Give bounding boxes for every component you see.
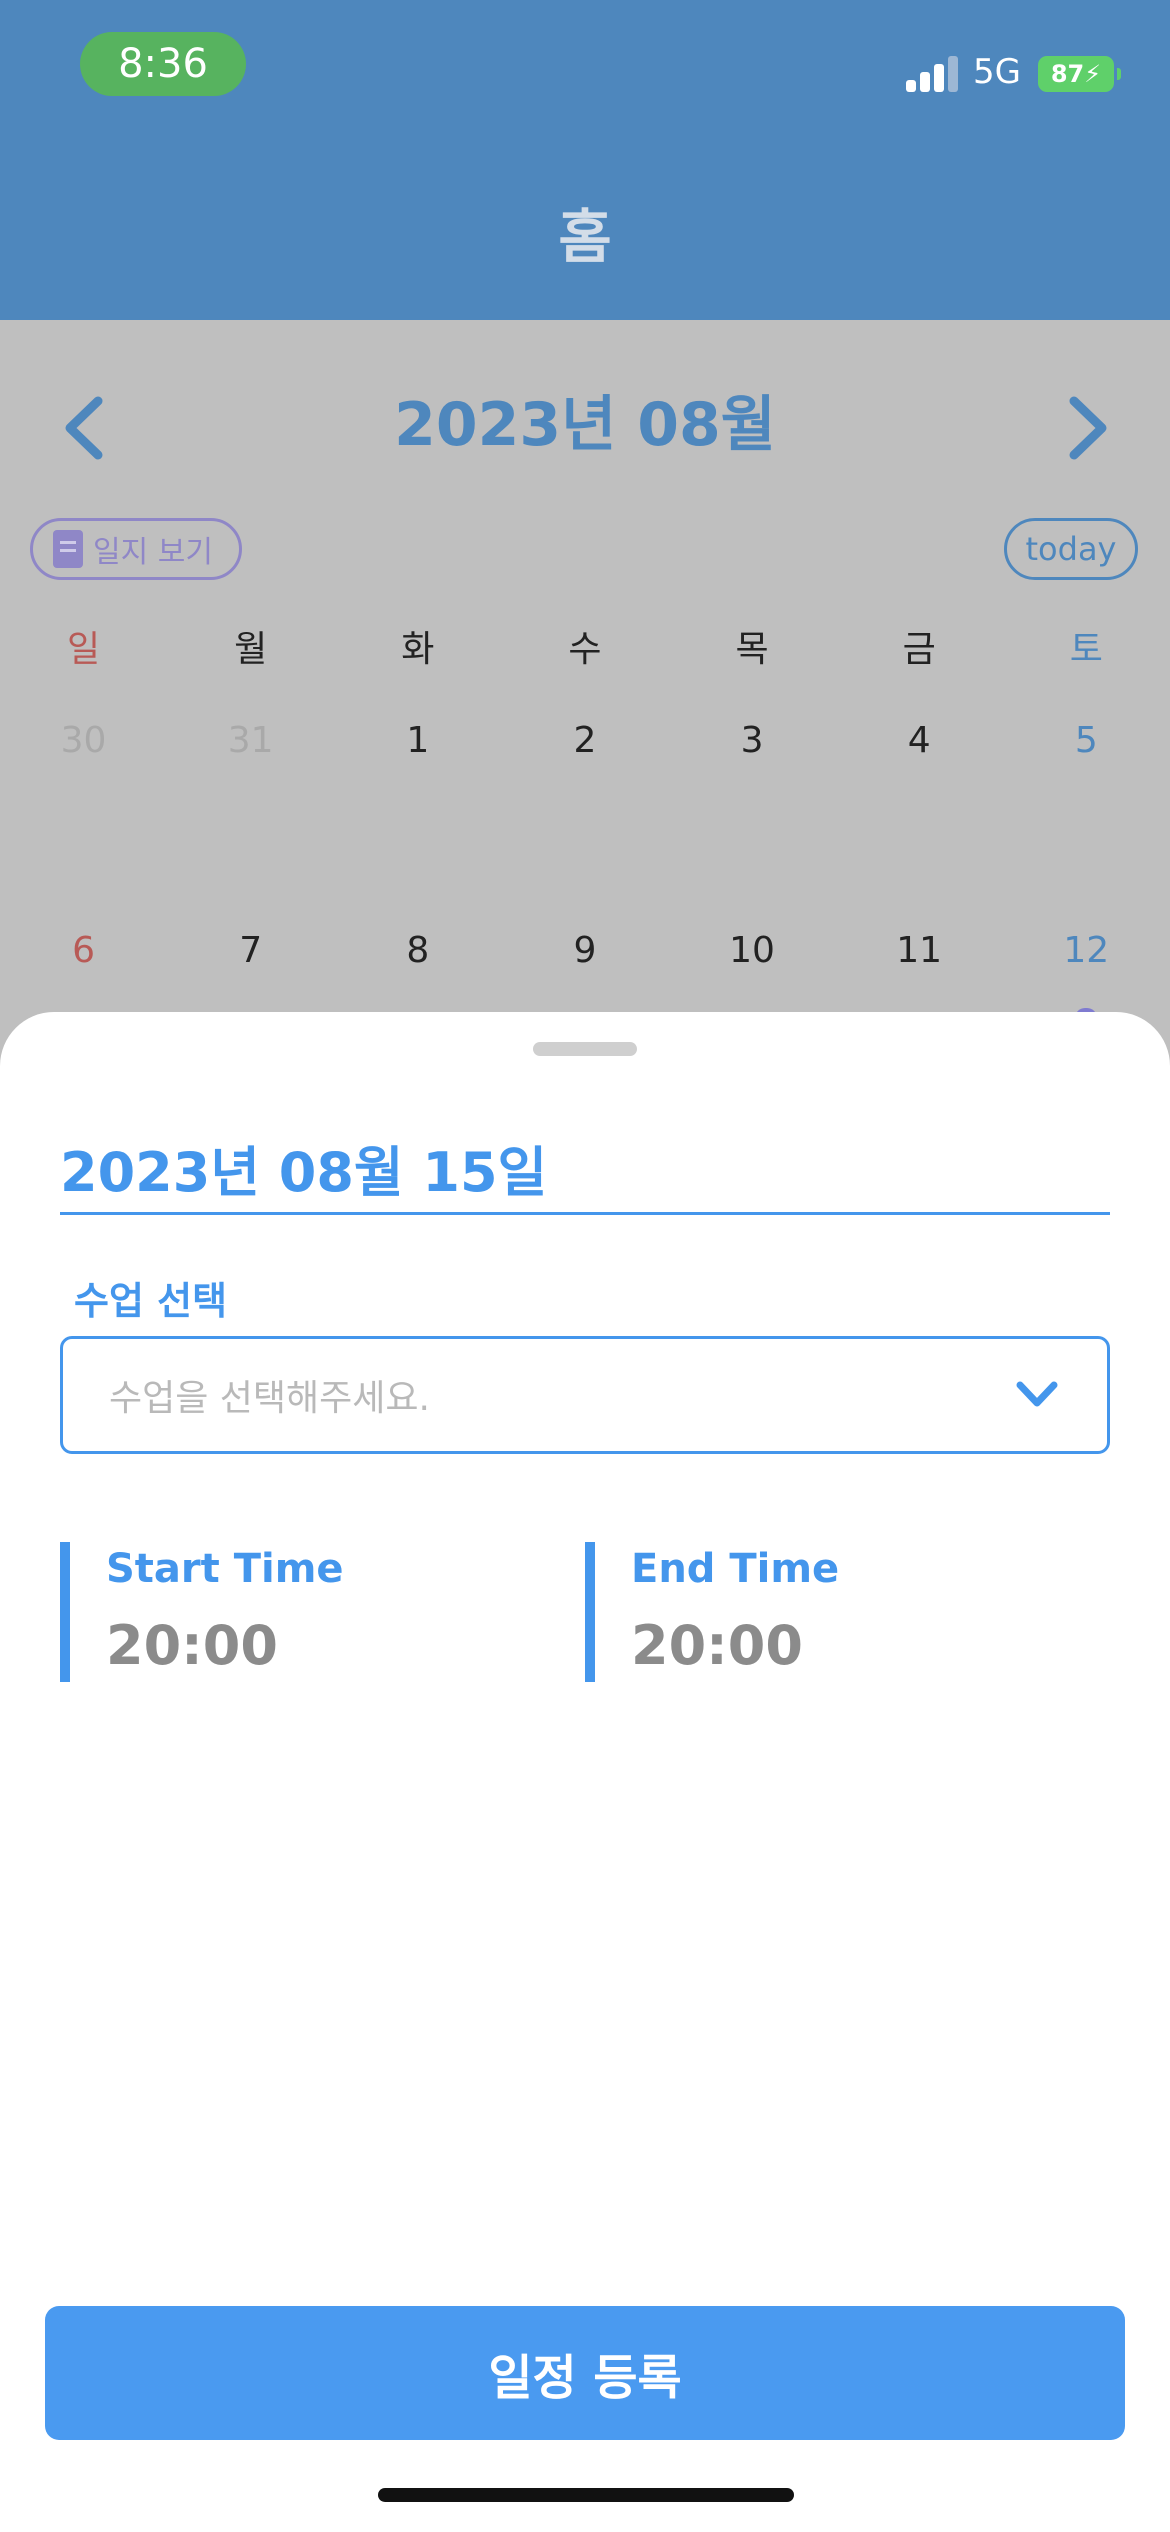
month-title: 2023년 08월 [394, 390, 776, 460]
chevron-right-icon [1069, 396, 1107, 460]
weekday-thu: 목 [735, 629, 769, 670]
battery-level: 87 [1050, 60, 1085, 88]
calendar-day[interactable]: 4 [836, 720, 1003, 761]
weekday-mon: 월 [234, 629, 268, 670]
view-diary-label: 일지 보기 [93, 535, 213, 570]
calendar-day[interactable]: 7 [167, 930, 334, 971]
book-icon [53, 530, 83, 568]
calendar-day[interactable]: 30 [0, 720, 167, 761]
calendar-week: 6 7 8 9 10 11 12 [0, 930, 1170, 971]
start-time-label: Start Time [106, 1546, 344, 1592]
start-time-value: 20:00 [106, 1614, 278, 1677]
calendar-day[interactable]: 1 [334, 720, 501, 761]
calendar-day[interactable]: 10 [669, 930, 836, 971]
home-indicator [378, 2488, 794, 2502]
network-type: 5G [973, 52, 1021, 92]
schedule-bottom-sheet: 2023년 08월 15일 수업 선택 수업을 선택해주세요. Start Ti… [0, 1012, 1170, 2532]
weekday-header: 일 월 화 수 목 금 토 [0, 620, 1170, 672]
app-header: 8:36 5G 87 ⚡ 홈 [0, 0, 1170, 320]
weekday-fri: 금 [902, 629, 936, 670]
calendar-day[interactable]: 3 [669, 720, 836, 761]
weekday-sat: 토 [1069, 629, 1103, 670]
register-schedule-button[interactable]: 일정 등록 [45, 2306, 1125, 2440]
end-time-value: 20:00 [631, 1614, 803, 1677]
calendar-day[interactable]: 11 [836, 930, 1003, 971]
weekday-tue: 화 [401, 629, 435, 670]
class-select-placeholder: 수업을 선택해주세요. [109, 1378, 430, 1419]
calendar-day[interactable]: 6 [0, 930, 167, 971]
class-select-dropdown[interactable]: 수업을 선택해주세요. [60, 1336, 1110, 1454]
calendar-day[interactable]: 8 [334, 930, 501, 971]
end-time-label: End Time [631, 1546, 840, 1592]
sheet-drag-handle[interactable] [533, 1042, 637, 1056]
chevron-down-icon [1016, 1381, 1058, 1407]
calendar-day[interactable]: 9 [501, 930, 668, 971]
next-month-button[interactable] [1058, 388, 1118, 468]
weekday-sun: 일 [67, 629, 101, 670]
view-diary-button[interactable]: 일지 보기 [30, 518, 242, 580]
calendar-day[interactable]: 5 [1003, 720, 1170, 761]
page-title: 홈 [558, 203, 612, 271]
calendar-week: 30 31 1 2 3 4 5 [0, 720, 1170, 761]
class-select-label: 수업 선택 [74, 1279, 228, 1323]
status-time: 8:36 [80, 32, 246, 96]
calendar: 2023년 08월 일지 보기 today 일 월 화 수 목 금 토 30 3… [0, 320, 1170, 1080]
weekday-wed: 수 [568, 629, 602, 670]
end-time-picker[interactable]: End Time 20:00 [585, 1542, 839, 1682]
today-button[interactable]: today [1004, 518, 1138, 580]
calendar-day[interactable]: 31 [167, 720, 334, 761]
start-time-picker[interactable]: Start Time 20:00 [60, 1542, 344, 1682]
battery-icon: 87 ⚡ [1038, 56, 1121, 92]
selected-date: 2023년 08월 15일 [60, 1141, 548, 1204]
divider [60, 1212, 1110, 1215]
calendar-day[interactable]: 2 [501, 720, 668, 761]
calendar-day[interactable]: 12 [1003, 930, 1170, 971]
signal-icon [906, 56, 958, 92]
